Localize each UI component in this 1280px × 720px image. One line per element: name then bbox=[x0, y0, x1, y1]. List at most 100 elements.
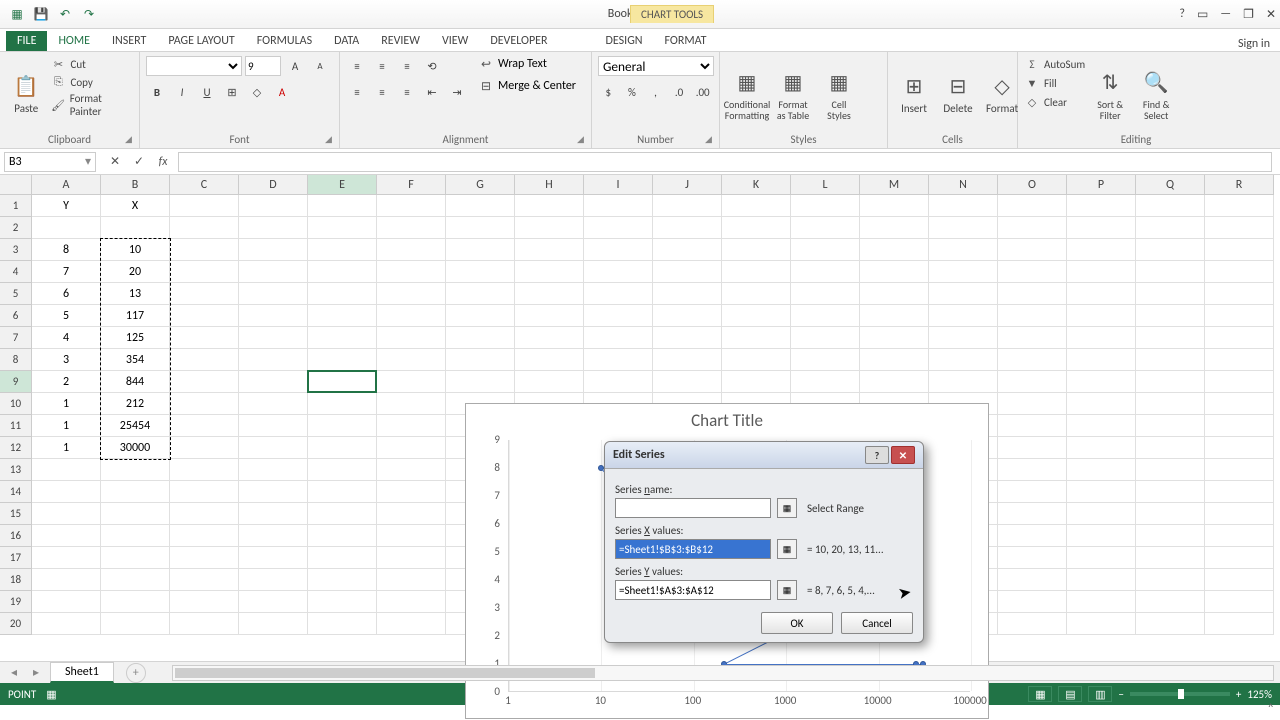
cell[interactable] bbox=[1136, 547, 1205, 569]
merge-center-button[interactable]: ⊟Merge & Center bbox=[478, 78, 576, 94]
cell[interactable] bbox=[929, 239, 998, 261]
cell[interactable] bbox=[308, 503, 377, 525]
cell[interactable] bbox=[308, 481, 377, 503]
cell[interactable] bbox=[239, 239, 308, 261]
cell[interactable] bbox=[239, 393, 308, 415]
row-header[interactable]: 3 bbox=[0, 239, 32, 261]
cell[interactable] bbox=[170, 327, 239, 349]
align-left-icon[interactable]: ≡ bbox=[346, 82, 368, 102]
shrink-font-icon[interactable]: A bbox=[309, 56, 331, 76]
minimize-icon[interactable]: — bbox=[1220, 7, 1231, 22]
cell[interactable] bbox=[998, 437, 1067, 459]
dialog-launcher-icon[interactable]: ◢ bbox=[325, 134, 337, 146]
cut-button[interactable]: ✂Cut bbox=[50, 56, 133, 72]
row-header[interactable]: 15 bbox=[0, 503, 32, 525]
cell[interactable] bbox=[653, 371, 722, 393]
cell[interactable] bbox=[446, 327, 515, 349]
decrease-decimal-icon[interactable]: .00 bbox=[692, 82, 713, 102]
cell[interactable] bbox=[929, 327, 998, 349]
dialog-launcher-icon[interactable]: ◢ bbox=[125, 134, 137, 146]
cell[interactable] bbox=[377, 525, 446, 547]
cell[interactable] bbox=[1205, 525, 1274, 547]
column-header[interactable]: L bbox=[791, 175, 860, 195]
cell[interactable] bbox=[308, 327, 377, 349]
cell[interactable] bbox=[239, 195, 308, 217]
cell[interactable]: 2 bbox=[32, 371, 101, 393]
cell[interactable] bbox=[377, 591, 446, 613]
cell[interactable] bbox=[1067, 547, 1136, 569]
cell[interactable] bbox=[1205, 305, 1274, 327]
cell[interactable] bbox=[998, 415, 1067, 437]
cell[interactable] bbox=[308, 349, 377, 371]
fill-button[interactable]: ▼Fill bbox=[1024, 75, 1085, 91]
cell[interactable] bbox=[1205, 371, 1274, 393]
cell[interactable] bbox=[1205, 613, 1274, 635]
cell[interactable] bbox=[308, 415, 377, 437]
cell[interactable] bbox=[1205, 415, 1274, 437]
cell[interactable] bbox=[998, 503, 1067, 525]
cell[interactable]: 8 bbox=[32, 239, 101, 261]
grow-font-icon[interactable]: A bbox=[284, 56, 306, 76]
cell[interactable] bbox=[308, 613, 377, 635]
tab-format[interactable]: FORMAT bbox=[654, 31, 718, 51]
cell[interactable] bbox=[929, 195, 998, 217]
zoom-in-icon[interactable]: + bbox=[1236, 688, 1241, 701]
cell[interactable] bbox=[515, 349, 584, 371]
cell[interactable] bbox=[791, 283, 860, 305]
zoom-level[interactable]: 125% bbox=[1247, 688, 1272, 701]
cell[interactable] bbox=[1136, 437, 1205, 459]
cell[interactable]: X bbox=[101, 195, 170, 217]
cell[interactable] bbox=[170, 459, 239, 481]
cell[interactable] bbox=[584, 261, 653, 283]
cell[interactable] bbox=[722, 217, 791, 239]
dialog-help-icon[interactable]: ? bbox=[865, 446, 889, 464]
cell[interactable] bbox=[377, 547, 446, 569]
cell[interactable] bbox=[929, 283, 998, 305]
cell[interactable] bbox=[170, 371, 239, 393]
cell[interactable] bbox=[791, 239, 860, 261]
cell[interactable]: 354 bbox=[101, 349, 170, 371]
cell[interactable] bbox=[170, 547, 239, 569]
column-header[interactable]: O bbox=[998, 175, 1067, 195]
range-select-icon[interactable]: ▦ bbox=[777, 580, 797, 600]
cell[interactable] bbox=[377, 503, 446, 525]
cell[interactable] bbox=[1136, 503, 1205, 525]
decrease-indent-icon[interactable]: ⇤ bbox=[421, 82, 443, 102]
cell[interactable] bbox=[1067, 481, 1136, 503]
cell[interactable] bbox=[308, 459, 377, 481]
align-center-icon[interactable]: ≡ bbox=[371, 82, 393, 102]
cell[interactable] bbox=[1067, 349, 1136, 371]
cell[interactable] bbox=[1067, 437, 1136, 459]
autosum-button[interactable]: ΣAutoSum bbox=[1024, 56, 1085, 72]
cell[interactable] bbox=[1205, 283, 1274, 305]
cell[interactable] bbox=[377, 393, 446, 415]
cell[interactable] bbox=[239, 503, 308, 525]
cell[interactable] bbox=[308, 569, 377, 591]
dialog-launcher-icon[interactable]: ◢ bbox=[705, 134, 717, 146]
tab-data[interactable]: DATA bbox=[323, 31, 370, 51]
column-header[interactable]: M bbox=[860, 175, 929, 195]
cell[interactable] bbox=[170, 283, 239, 305]
cell[interactable] bbox=[446, 239, 515, 261]
cell[interactable] bbox=[653, 349, 722, 371]
cell[interactable] bbox=[308, 261, 377, 283]
tab-design[interactable]: DESIGN bbox=[595, 31, 654, 51]
cell[interactable] bbox=[929, 305, 998, 327]
increase-decimal-icon[interactable]: .0 bbox=[669, 82, 690, 102]
cell[interactable] bbox=[1136, 481, 1205, 503]
cell[interactable] bbox=[1136, 305, 1205, 327]
cell[interactable] bbox=[998, 239, 1067, 261]
cell[interactable] bbox=[1136, 569, 1205, 591]
cell[interactable] bbox=[584, 327, 653, 349]
cell[interactable] bbox=[32, 503, 101, 525]
cell[interactable] bbox=[998, 195, 1067, 217]
cell[interactable] bbox=[791, 327, 860, 349]
collapse-ribbon-icon[interactable]: ˄ bbox=[1268, 702, 1274, 716]
cancel-formula-icon[interactable]: ✕ bbox=[104, 152, 126, 172]
cell[interactable] bbox=[1067, 371, 1136, 393]
row-header[interactable]: 5 bbox=[0, 283, 32, 305]
cell[interactable] bbox=[929, 217, 998, 239]
cell[interactable] bbox=[929, 261, 998, 283]
font-color-button[interactable]: A bbox=[271, 82, 293, 102]
cell[interactable] bbox=[101, 503, 170, 525]
